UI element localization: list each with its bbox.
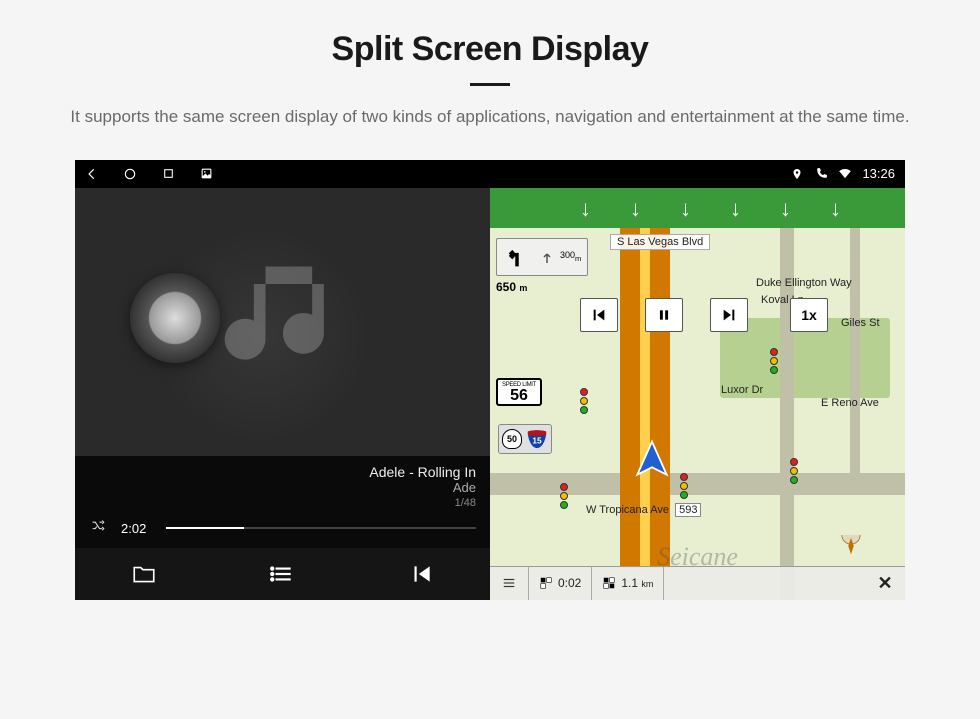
home-circle-icon[interactable] [123,167,137,181]
compass-icon[interactable] [840,535,862,562]
elapsed-time: 2:02 [121,521,146,536]
street-label: Giles St [835,316,886,330]
status-bar: 13:26 [75,160,905,188]
folder-button[interactable] [130,560,158,588]
progress-bar[interactable] [166,527,476,529]
vehicle-pointer-icon [630,438,674,487]
music-bottom-bar [75,548,490,600]
music-panel: Adele - Rolling In Ade 1/48 2:02 [75,188,490,600]
page-title: Split Screen Display [40,30,940,69]
phone-icon [814,167,828,181]
lane-arrow-icon: ↓ [580,196,591,222]
prev-track-button[interactable] [407,560,435,588]
track-title: Adele - Rolling In [89,464,476,480]
sim-next-button[interactable] [710,298,748,332]
street-label: S Las Vegas Blvd [610,234,710,250]
svg-text:15: 15 [532,436,542,445]
sim-distance: 1.1 km [592,567,664,600]
lane-arrow-icon: ↓ [630,196,641,222]
location-icon [790,167,804,181]
street-label: Duke Ellington Way [750,276,858,290]
speed-limit-sign: SPEED LIMIT 56 [496,378,542,406]
lane-guidance-bar [490,188,905,228]
map-bottom-bar: 0:02 1.1 km ✕ [490,566,905,600]
playlist-button[interactable] [268,560,296,588]
track-index: 1/48 [89,497,476,509]
us-route-shield: 50 [502,429,522,449]
device-frame: 13:26 Adele - Rolling In Ade 1/48 2:02 [75,160,905,600]
sim-prev-button[interactable] [580,298,618,332]
interstate-shield: 15 [526,428,548,450]
clock-text: 13:26 [862,166,895,181]
sim-time: 0:02 [529,567,592,600]
page-subtitle: It supports the same screen display of t… [40,104,940,130]
street-label: E Reno Ave [815,396,885,410]
next-turn-panel: 300m [496,238,588,276]
route-shields: 50 15 [498,424,552,454]
approach-distance: 650 m [496,280,527,294]
track-artist: Ade [89,480,476,495]
lane-arrow-icon: ↓ [730,196,741,222]
street-label: Luxor Dr [715,383,769,397]
map-close-button[interactable]: ✕ [865,573,905,594]
image-icon [199,167,213,181]
map-menu-button[interactable] [490,567,529,600]
sim-speed-button[interactable]: 1x [790,298,828,332]
sim-pause-button[interactable] [645,298,683,332]
map-panel[interactable]: ↓ ↓ ↓ ↓ ↓ ↓ S Las Vegas Blvd Duke Elling… [490,188,905,600]
title-underline [470,83,510,86]
lane-arrow-icon: ↓ [830,196,841,222]
shuffle-icon[interactable] [89,519,109,538]
lane-arrow-icon: ↓ [680,196,691,222]
album-art-area [75,188,490,456]
lane-arrow-icon: ↓ [780,196,791,222]
play-disc-icon[interactable] [130,273,220,363]
wifi-icon [838,167,852,181]
music-note-icon [213,249,353,394]
recent-square-icon[interactable] [161,167,175,181]
street-label: W Tropicana Ave 593 [580,503,707,517]
back-icon[interactable] [85,167,99,181]
